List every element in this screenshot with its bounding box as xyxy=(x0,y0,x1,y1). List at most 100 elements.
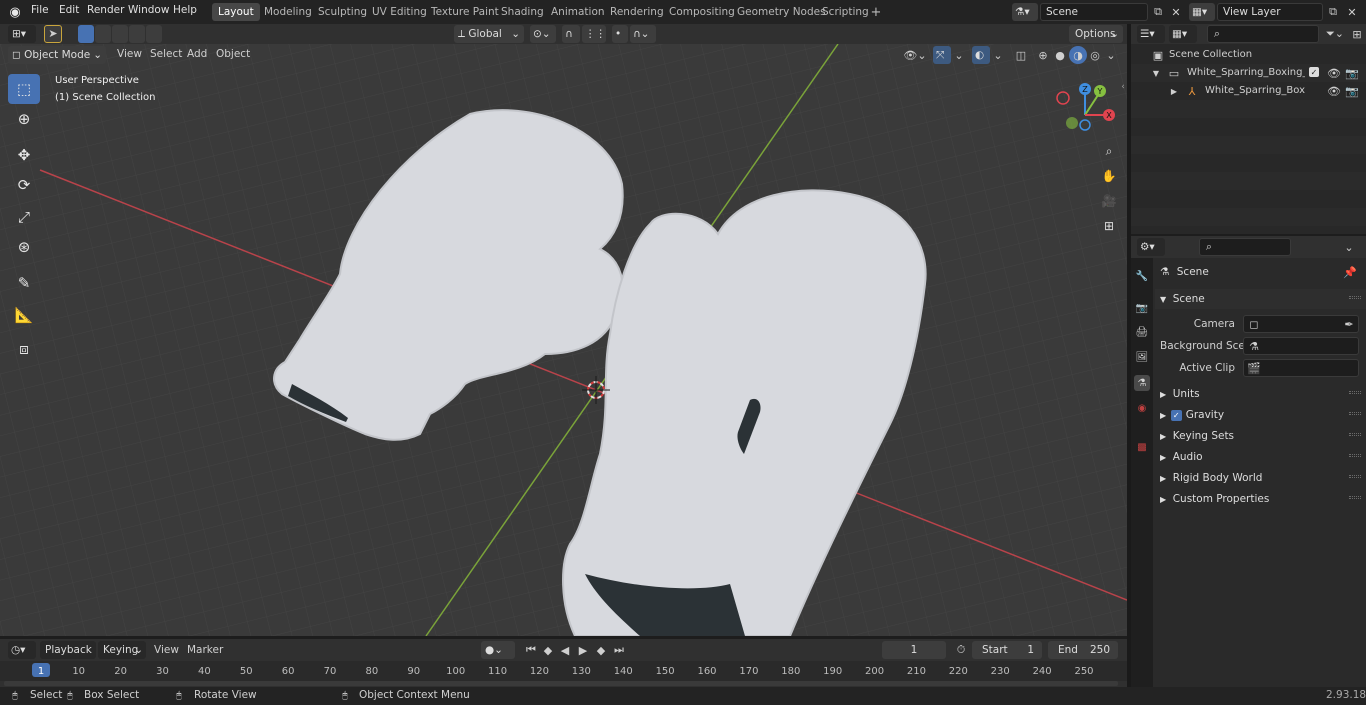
tab-layout[interactable]: Layout xyxy=(212,3,260,21)
properties-editor-type-button[interactable]: ⚙▾ xyxy=(1137,238,1165,256)
menu-render[interactable]: Render xyxy=(87,4,124,16)
drag-handle-icon[interactable] xyxy=(1349,475,1361,478)
navigation-gizmo[interactable]: Z Y X xyxy=(1055,80,1125,150)
jump-end-icon[interactable]: ⏭ xyxy=(611,641,627,659)
select-mode-new-button[interactable] xyxy=(78,25,94,43)
expand-arrow-icon[interactable]: ▶ xyxy=(1169,84,1179,98)
xray-toggle-icon[interactable]: ◫ xyxy=(1013,46,1029,64)
select-mode-intersect-button[interactable] xyxy=(146,25,162,43)
view-layer-field[interactable]: View Layer xyxy=(1217,3,1323,21)
tool-measure[interactable]: 📐 xyxy=(8,300,40,330)
new-view-layer-icon[interactable]: ⧉ xyxy=(1325,3,1341,21)
background-scene-field[interactable]: ⚗ xyxy=(1243,337,1359,355)
tool-move[interactable]: ✥ xyxy=(8,140,40,170)
eye-icon[interactable]: 👁 xyxy=(1327,84,1341,98)
gizmo-toggle[interactable]: ⤧ xyxy=(933,46,951,64)
active-tool-button[interactable]: ➤ xyxy=(44,25,62,43)
outliner-editor-type-button[interactable]: ☰▾ xyxy=(1137,25,1165,43)
drag-handle-icon[interactable] xyxy=(1349,391,1361,394)
output-tab-icon[interactable]: 🖨 xyxy=(1134,324,1150,340)
chevron-down-icon[interactable]: ⌄ xyxy=(953,46,965,64)
menu-help[interactable]: Help xyxy=(173,4,197,16)
tab-rendering[interactable]: Rendering xyxy=(604,3,670,21)
3d-viewport[interactable]: User Perspective (1) Scene Collection ◻ … xyxy=(0,44,1127,636)
delete-scene-icon[interactable]: ✕ xyxy=(1168,3,1184,21)
subpanel-units[interactable]: ▶ Units xyxy=(1160,384,1200,404)
world-tab-icon[interactable]: ◉ xyxy=(1134,400,1150,416)
perspective-toggle-icon[interactable]: ⊞ xyxy=(1097,215,1121,237)
scene-name-field[interactable]: Scene xyxy=(1040,3,1148,21)
zoom-icon[interactable]: ⌕ xyxy=(1097,140,1121,162)
tab-texture-paint[interactable]: Texture Paint xyxy=(425,3,505,21)
tool-rotate[interactable]: ⟳ xyxy=(8,170,40,200)
eyedropper-icon[interactable]: ✒ xyxy=(1342,317,1356,331)
expand-arrow-icon[interactable]: ▼ xyxy=(1151,66,1161,80)
view-layer-tab-icon[interactable]: 🖼 xyxy=(1134,349,1150,365)
delete-view-layer-icon[interactable]: ✕ xyxy=(1344,3,1360,21)
mode-dropdown[interactable]: ◻ Object Mode ⌄ xyxy=(8,46,106,64)
jump-keyframe-back-icon[interactable]: ◆ xyxy=(540,641,556,659)
tool-add-cube[interactable]: ⧈ xyxy=(8,334,40,364)
timeline-scrollbar[interactable] xyxy=(4,681,1118,686)
subpanel-gravity[interactable]: ▶ ✓ Gravity xyxy=(1160,405,1224,425)
jump-keyframe-forward-icon[interactable]: ◆ xyxy=(593,641,609,659)
snap-target-dropdown[interactable]: ⋮⋮ xyxy=(582,25,606,43)
marker-menu[interactable]: Marker xyxy=(187,644,223,656)
tool-scale[interactable]: ⤢ xyxy=(8,202,40,232)
gravity-checkbox[interactable]: ✓ xyxy=(1170,410,1182,421)
eye-icon[interactable]: 👁 xyxy=(1327,66,1341,80)
render-camera-icon[interactable]: 📷 xyxy=(1345,66,1359,80)
add-workspace-icon[interactable]: + xyxy=(868,4,884,20)
playback-menu[interactable]: Playback⌄ xyxy=(40,641,96,674)
chevron-down-icon[interactable]: ⌄ xyxy=(1341,238,1357,256)
timeline-view-menu[interactable]: View xyxy=(154,644,179,656)
exclude-checkbox-icon[interactable]: ✓ xyxy=(1309,67,1319,77)
tab-compositing[interactable]: Compositing xyxy=(663,3,741,21)
select-mode-subtract-button[interactable] xyxy=(112,25,128,43)
view-menu[interactable]: View xyxy=(117,48,142,60)
current-frame-field[interactable]: 1 xyxy=(882,641,946,659)
shading-rendered-icon[interactable]: ◎ xyxy=(1087,46,1103,64)
drag-handle-icon[interactable] xyxy=(1349,296,1361,299)
select-mode-invert-button[interactable] xyxy=(129,25,145,43)
scene-selector-button[interactable]: ⚗▾ xyxy=(1012,3,1038,21)
proportional-falloff-dropdown[interactable]: ∩⌄ xyxy=(630,25,656,43)
shading-material-icon[interactable]: ◑ xyxy=(1069,46,1087,64)
active-clip-field[interactable]: 🎬 xyxy=(1243,359,1359,377)
tool-cursor[interactable]: ⊕ xyxy=(8,104,40,134)
overlays-toggle[interactable]: ◐ xyxy=(972,46,990,64)
display-mode-button[interactable]: ▦▾ xyxy=(1169,25,1197,43)
camera-field[interactable]: ◻ ✒ xyxy=(1243,315,1359,333)
tool-transform[interactable]: ⊛ xyxy=(8,232,40,262)
tool-select-box[interactable]: ⬚ xyxy=(8,74,40,104)
camera-view-icon[interactable]: 🎥 xyxy=(1097,190,1121,212)
select-menu[interactable]: Select xyxy=(150,48,182,60)
add-menu[interactable]: Add xyxy=(187,48,207,60)
properties-search-input[interactable]: ⌕ xyxy=(1199,238,1291,256)
drag-handle-icon[interactable] xyxy=(1349,433,1361,436)
drag-handle-icon[interactable] xyxy=(1349,454,1361,457)
tab-scripting[interactable]: Scripting xyxy=(816,3,875,21)
keying-menu[interactable]: Keying ⌄ xyxy=(98,641,146,659)
new-scene-icon[interactable]: ⧉ xyxy=(1150,3,1166,21)
outliner-row-glove-collection[interactable]: ▼ ▭ White_Sparring_Boxing_Glove ✓ 👁 📷 xyxy=(1131,64,1366,82)
stopwatch-icon[interactable]: ⏱ xyxy=(953,641,969,659)
render-tab-icon[interactable]: 📷 xyxy=(1134,300,1150,316)
pan-hand-icon[interactable]: ✋ xyxy=(1097,165,1121,187)
new-collection-icon[interactable]: ⊞ xyxy=(1350,25,1364,43)
sidebar-toggle-icon[interactable]: ‹ xyxy=(1119,80,1127,94)
menu-window[interactable]: Window xyxy=(128,4,169,16)
shading-wireframe-icon[interactable]: ⊕ xyxy=(1035,46,1051,64)
proportional-editing-toggle[interactable]: • xyxy=(612,25,628,43)
subpanel-audio[interactable]: ▶ Audio xyxy=(1160,447,1203,467)
drag-handle-icon[interactable] xyxy=(1349,412,1361,415)
shading-solid-icon[interactable]: ● xyxy=(1052,46,1068,64)
editor-type-button[interactable]: ⊞▾ xyxy=(8,25,36,43)
outliner-row-scene-collection[interactable]: ▣ Scene Collection xyxy=(1131,46,1366,64)
pin-icon[interactable]: 📌 xyxy=(1342,264,1358,280)
texture-tab-icon[interactable]: ▩ xyxy=(1134,439,1150,455)
play-icon[interactable]: ▶ xyxy=(575,641,591,659)
render-camera-icon[interactable]: 📷 xyxy=(1345,84,1359,98)
tab-animation[interactable]: Animation xyxy=(545,3,611,21)
outliner-row-glove-object[interactable]: ▶ ⅄ White_Sparring_Boxing_( 👁 📷 xyxy=(1131,82,1366,100)
